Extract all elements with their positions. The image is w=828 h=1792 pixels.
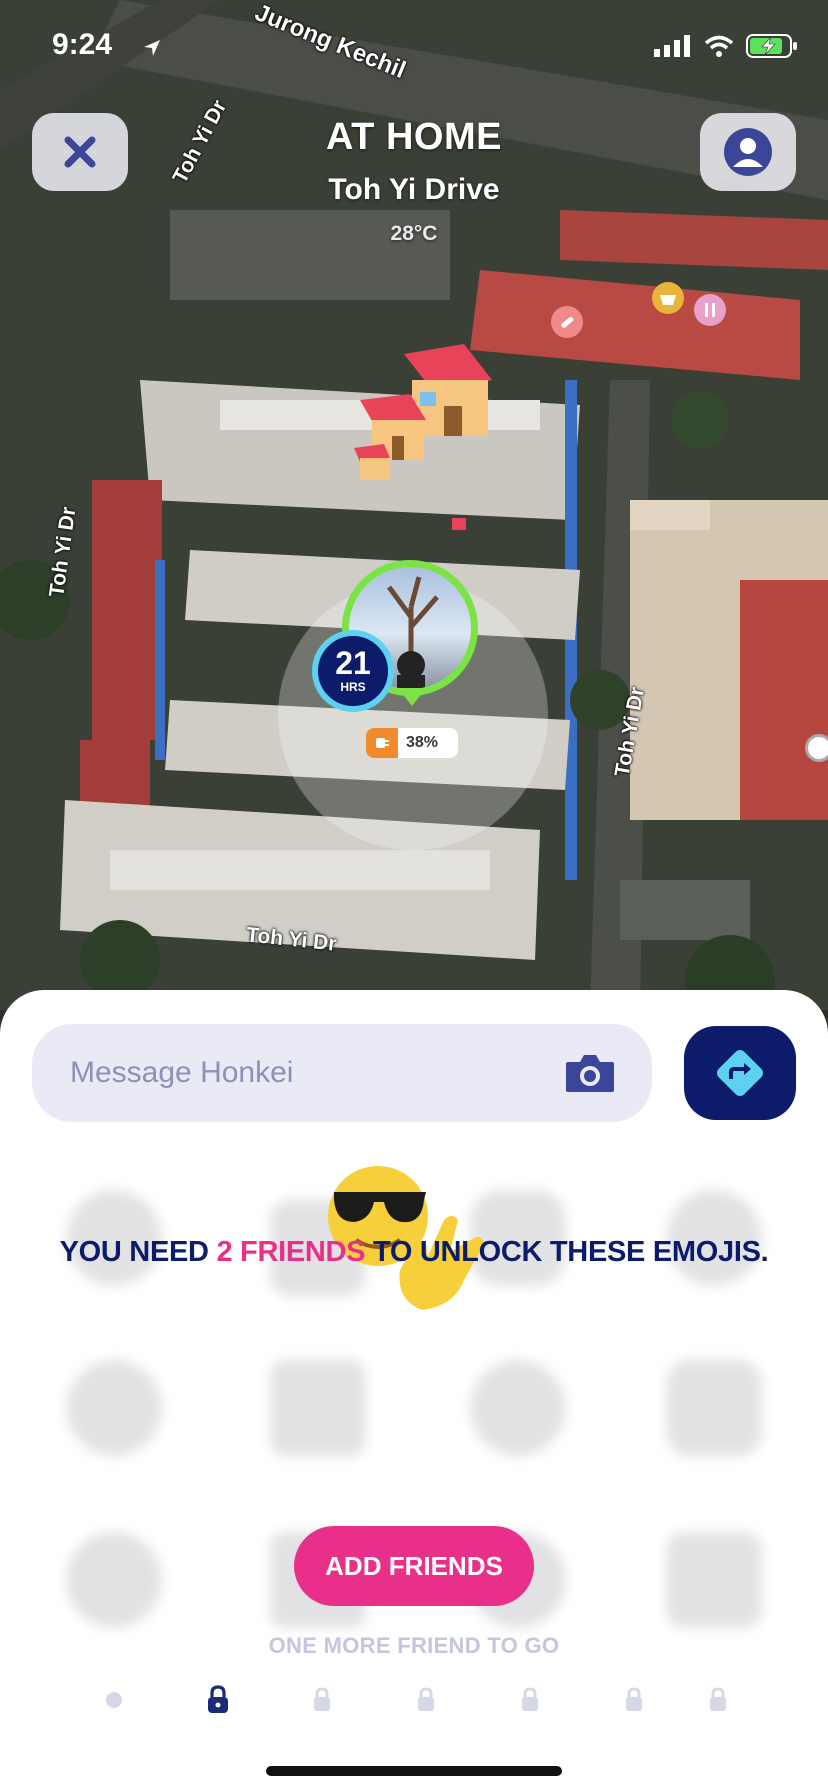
place-temperature: 28°C <box>390 222 438 245</box>
pharmacy-poi-icon[interactable] <box>551 306 583 338</box>
unlock-friend-count: 2 FRIENDS <box>216 1236 366 1268</box>
unlock-suffix: TO UNLOCK THESE EMOJIS. <box>365 1236 769 1268</box>
hours-value: 21 <box>335 645 371 681</box>
location-arrow-icon <box>144 40 160 56</box>
locked-page-lock-icon[interactable] <box>412 1683 440 1717</box>
unlock-message: YOU NEED 2 FRIENDS TO UNLOCK THESE EMOJI… <box>0 1236 828 1269</box>
progress-note: ONE MORE FRIEND TO GO <box>268 1633 560 1658</box>
small-house-icon <box>452 518 466 530</box>
place-street: Toh Yi Drive <box>328 173 500 206</box>
page-dot[interactable] <box>100 1683 128 1717</box>
status-time: 9:24 <box>52 28 113 61</box>
unlock-prefix: YOU NEED <box>59 1236 217 1268</box>
battery-indicator: 38% <box>366 728 458 758</box>
locked-page-lock-icon[interactable] <box>308 1683 336 1717</box>
map-marker-dot[interactable] <box>805 734 828 762</box>
locked-emoji-slot <box>66 1532 162 1628</box>
cellular-signal-icon <box>654 35 690 57</box>
message-input[interactable] <box>68 1055 552 1091</box>
locked-page-lock-icon[interactable] <box>710 1683 728 1717</box>
locked-page-lock-icon[interactable] <box>620 1683 648 1717</box>
locked-emoji-slot <box>666 1532 762 1628</box>
camera-icon <box>566 1055 614 1092</box>
map-view[interactable]: Jurong Kechil Toh Yi Dr Toh Yi Dr Toh Yi… <box>0 0 828 1010</box>
locked-emoji-slot <box>470 1360 566 1456</box>
battery-percent: 38% <box>406 734 439 751</box>
home-place-icon[interactable] <box>340 340 510 490</box>
emoji-page-indicator <box>100 1683 728 1723</box>
hours-unit: HRS <box>340 680 366 694</box>
locked-emoji-slot <box>666 1360 762 1456</box>
place-status: AT HOME <box>326 116 502 158</box>
grocery-poi-icon[interactable] <box>652 282 684 314</box>
add-friends-button[interactable]: ADD FRIENDS <box>294 1526 534 1606</box>
locked-page-active-lock-icon[interactable] <box>204 1683 232 1717</box>
plug-icon <box>366 728 398 758</box>
hours-at-place-badge: 21 HRS <box>312 630 394 712</box>
pin-tip <box>398 688 426 706</box>
wifi-icon <box>704 35 734 57</box>
home-indicator[interactable] <box>266 1766 562 1776</box>
locked-emoji-slot <box>66 1360 162 1456</box>
locked-page-lock-icon[interactable] <box>516 1683 544 1717</box>
status-icons <box>654 34 798 58</box>
locked-emoji-slot <box>270 1360 366 1456</box>
battery-charging-icon <box>746 34 797 58</box>
camera-button[interactable] <box>564 1052 616 1099</box>
salon-poi-icon[interactable] <box>694 294 726 326</box>
directions-icon <box>717 1050 763 1096</box>
directions-button[interactable] <box>684 1026 796 1120</box>
message-field[interactable] <box>32 1024 652 1122</box>
